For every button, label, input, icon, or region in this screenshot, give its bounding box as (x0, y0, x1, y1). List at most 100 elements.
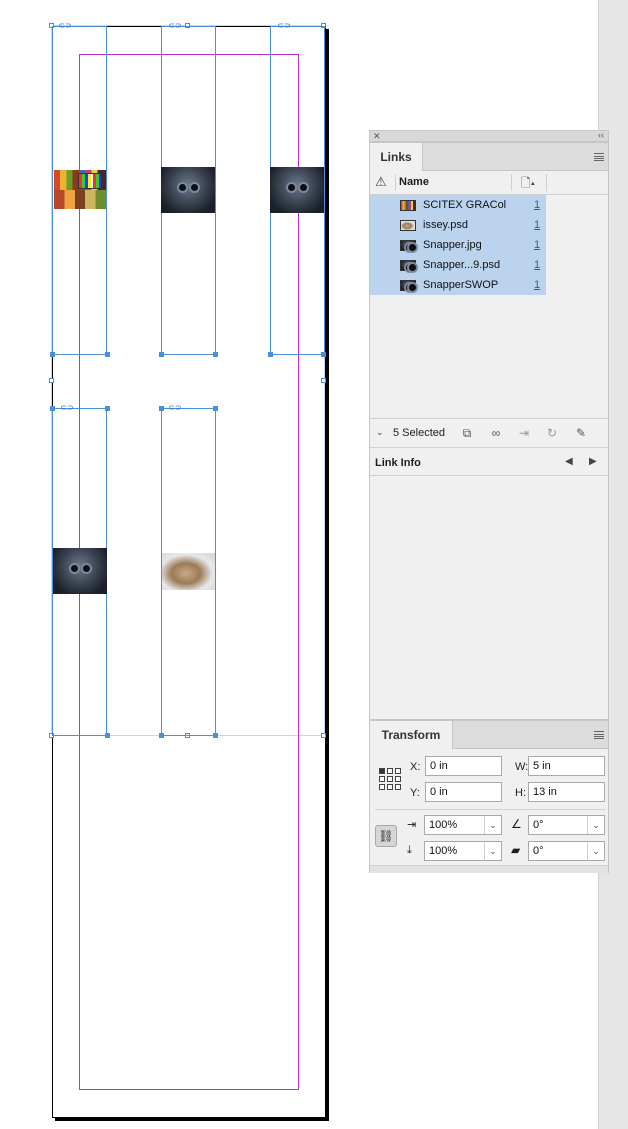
rotation-value: 0° (533, 819, 544, 831)
double-chevron-icon[interactable]: ‹‹ (598, 130, 604, 140)
frame-handle[interactable] (105, 406, 110, 411)
scale-y-value: 100% (429, 845, 458, 857)
group-handle-br[interactable] (321, 733, 326, 738)
link-row[interactable]: SCITEX GRACol 1 (370, 195, 546, 215)
h-field[interactable]: 13 in (528, 782, 605, 802)
frame-handle[interactable] (105, 352, 110, 357)
x-field[interactable]: 0 in (425, 756, 502, 776)
constrain-proportions-link-icon[interactable]: ⛓ (375, 825, 397, 847)
links-column-header: ⚠ Name 🗋▴ (370, 171, 608, 195)
transform-divider (375, 809, 605, 810)
link-info-area (370, 476, 608, 719)
shear-dropdown[interactable]: 0° ⌄ (528, 841, 605, 861)
frame-handle[interactable] (50, 406, 55, 411)
go-to-link-icon[interactable]: ⇥ (516, 426, 532, 440)
h-label: H: (515, 787, 526, 799)
w-field[interactable]: 5 in (528, 756, 605, 776)
edit-original-icon[interactable]: ✎ (573, 426, 589, 440)
link-name: SCITEX GRACol (423, 199, 507, 211)
link-thumbnail (400, 260, 416, 272)
rotation-angle-icon: ∠ (511, 817, 522, 831)
link-page-number[interactable]: 1 (534, 275, 540, 295)
frame-handle[interactable] (213, 352, 218, 357)
image-snapper[interactable] (161, 167, 215, 213)
column-divider (511, 174, 512, 191)
transform-tab-bar: Transform (370, 721, 608, 749)
relink-from-cc-icon[interactable]: ⧉ (459, 426, 475, 440)
panel-menu-icon[interactable] (594, 153, 604, 161)
scale-x-icon: ⇥ (407, 819, 417, 831)
link-name: Snapper...9.psd (423, 259, 501, 271)
link-thumbnail (400, 200, 416, 211)
reference-point-grid[interactable] (379, 768, 401, 790)
rotation-dropdown[interactable]: 0° ⌄ (528, 815, 605, 835)
link-row[interactable]: SnapperSWOP 1 (370, 275, 546, 295)
links-panel: Links ⚠ Name 🗋▴ SCITEX GRACol 1 issey.ps… (369, 142, 609, 720)
link-row[interactable]: issey.psd 1 (370, 215, 546, 235)
scale-y-icon: ⤓ (407, 844, 412, 856)
panel-menu-icon[interactable] (594, 731, 604, 739)
link-info-header[interactable]: Link Info ◀ ▶ (370, 452, 608, 476)
chevron-down-icon[interactable]: ⌄ (587, 816, 604, 834)
chain-link-icon: ⊂⊃ (60, 403, 74, 412)
scale-y-dropdown[interactable]: 100% ⌄ (424, 841, 502, 861)
frame-handle[interactable] (268, 352, 273, 357)
selected-count: 5 Selected (393, 427, 445, 439)
image-scitex-gracol[interactable] (54, 170, 106, 209)
links-list: SCITEX GRACol 1 issey.psd 1 Snapper.jpg … (370, 195, 546, 295)
image-snapper-9[interactable] (270, 167, 324, 213)
link-thumbnail (400, 240, 416, 252)
frame-handle[interactable] (321, 352, 326, 357)
frame-handle[interactable] (213, 733, 218, 738)
frame-handle[interactable] (159, 733, 164, 738)
shear-value: 0° (533, 845, 544, 857)
chevron-down-icon[interactable]: ⌄ (376, 427, 384, 438)
frame-handle[interactable] (50, 352, 55, 357)
panel-resize-grip[interactable] (370, 865, 608, 873)
link-info-title: Link Info (375, 457, 421, 469)
scale-x-dropdown[interactable]: 100% ⌄ (424, 815, 502, 835)
chevron-down-icon[interactable]: ⌄ (484, 816, 501, 834)
warning-icon[interactable]: ⚠ (375, 174, 387, 190)
y-field[interactable]: 0 in (425, 782, 502, 802)
page-sort-icon[interactable]: 🗋▴ (521, 174, 535, 195)
group-handle-mr[interactable] (321, 378, 326, 383)
image-snapper-swop[interactable] (53, 548, 107, 594)
link-page-number[interactable]: 1 (534, 215, 540, 235)
chain-link-icon: ⊂⊃ (168, 403, 182, 412)
link-name: Snapper.jpg (423, 239, 482, 251)
relink-icon[interactable]: ∞ (488, 426, 504, 440)
tab-links[interactable]: Links (370, 143, 423, 171)
close-icon[interactable]: ✕ (373, 131, 381, 142)
next-arrow-icon[interactable]: ▶ (589, 456, 597, 467)
update-link-icon[interactable]: ↻ (544, 426, 560, 440)
column-divider (395, 174, 396, 191)
link-row[interactable]: Snapper.jpg 1 (370, 235, 546, 255)
w-label: W: (515, 761, 529, 773)
links-toolbar: ⌄ 5 Selected ⧉ ∞ ⇥ ↻ ✎ (370, 418, 608, 448)
prev-arrow-icon[interactable]: ◀ (565, 456, 573, 467)
frame-handle[interactable] (159, 352, 164, 357)
frame-handle[interactable] (213, 406, 218, 411)
transform-panel: Transform X: 0 in Y: 0 in W: 5 in H: 13 … (369, 720, 609, 873)
column-divider (546, 174, 547, 191)
link-page-number[interactable]: 1 (534, 235, 540, 255)
link-page-number[interactable]: 1 (534, 255, 540, 275)
group-handle-ml[interactable] (49, 378, 54, 383)
frame-handle[interactable] (105, 733, 110, 738)
tab-transform[interactable]: Transform (370, 721, 453, 749)
panel-dock-header[interactable]: ✕ ‹‹ (369, 130, 609, 142)
column-name-header[interactable]: Name (399, 176, 429, 188)
chevron-down-icon[interactable]: ⌄ (484, 842, 501, 860)
scale-x-value: 100% (429, 819, 458, 831)
image-issey[interactable] (162, 553, 215, 590)
chain-link-icon: ⊂⊃ (168, 21, 182, 30)
link-name: issey.psd (423, 219, 469, 231)
link-page-number[interactable]: 1 (534, 195, 540, 215)
chevron-down-icon[interactable]: ⌄ (587, 842, 604, 860)
chain-link-icon: ⊂⊃ (58, 21, 72, 30)
links-tab-bar: Links (370, 143, 608, 171)
frame-handle[interactable] (159, 406, 164, 411)
link-thumbnail (400, 220, 416, 231)
link-row[interactable]: Snapper...9.psd 1 (370, 255, 546, 275)
